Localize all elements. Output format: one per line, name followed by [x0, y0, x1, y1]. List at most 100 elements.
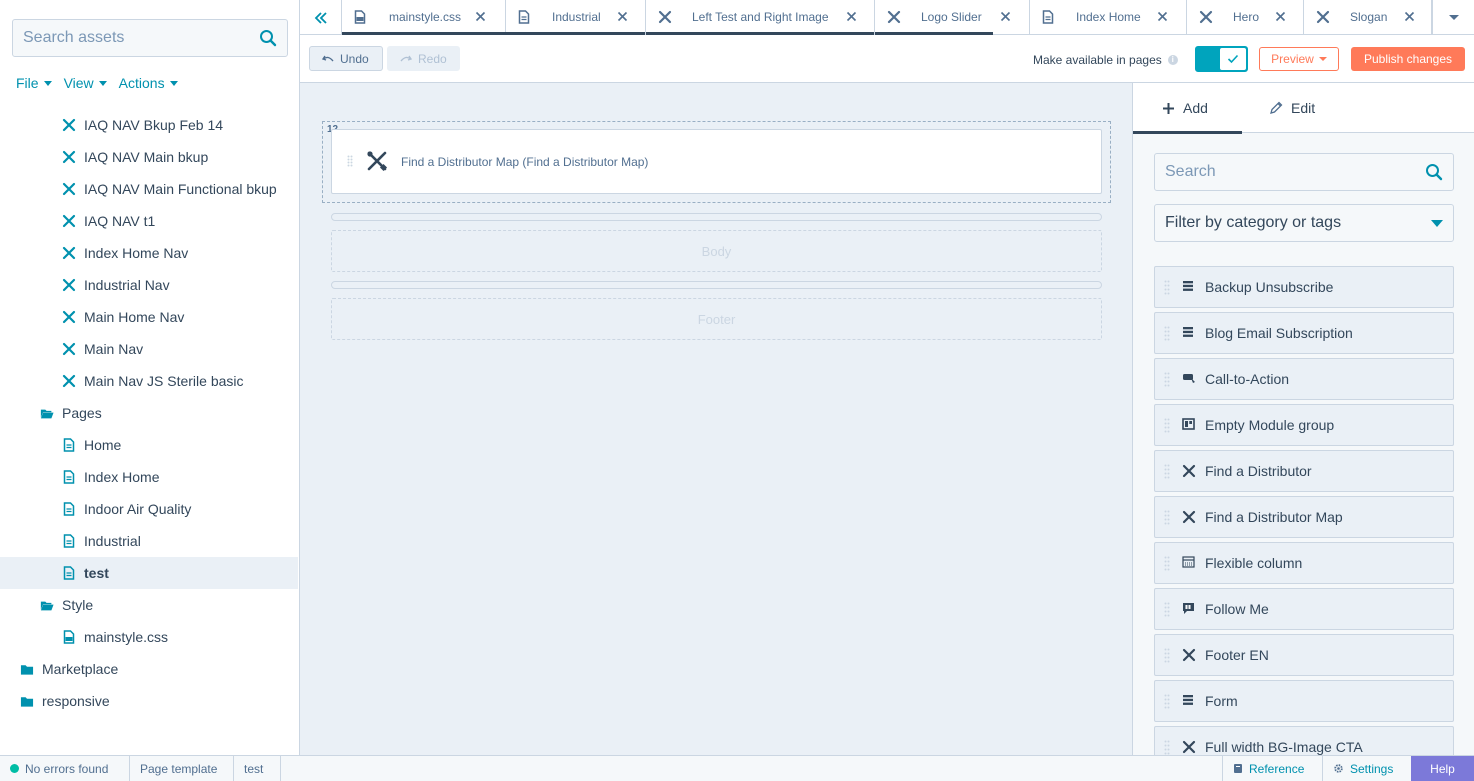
module-list-item[interactable]: Blog Email Subscription: [1154, 312, 1454, 354]
close-icon[interactable]: [1000, 11, 1011, 22]
tab-add[interactable]: Add: [1133, 83, 1242, 134]
close-icon[interactable]: [1404, 11, 1415, 22]
editor-tab[interactable]: mainstyle.css: [342, 0, 993, 35]
editor-tab-label: Slogan: [1350, 10, 1388, 24]
view-menu[interactable]: View: [64, 75, 107, 91]
body-area[interactable]: Body: [331, 230, 1102, 272]
undo-button[interactable]: Undo: [309, 46, 383, 71]
footer-area[interactable]: Footer: [331, 298, 1102, 340]
tree-item-label: IAQ NAV Bkup Feb 14: [84, 117, 224, 133]
page-icon: [62, 566, 76, 580]
tree-item-label: IAQ NAV Main Functional bkup: [84, 181, 277, 197]
module-list-item[interactable]: Call-to-Action: [1154, 358, 1454, 400]
tree-item[interactable]: IAQ NAV Main bkup: [0, 141, 298, 173]
module-list-item[interactable]: Find a Distributor Map: [1154, 496, 1454, 538]
editor-tab[interactable]: Logo Slider: [875, 0, 1030, 35]
file-menu[interactable]: File: [16, 75, 52, 91]
editor-tab[interactable]: Index Home: [1030, 0, 1187, 35]
drag-handle-icon[interactable]: [1164, 602, 1170, 617]
actions-menu[interactable]: Actions: [119, 75, 178, 91]
info-icon[interactable]: i: [1167, 55, 1178, 65]
settings-link[interactable]: Settings: [1322, 756, 1411, 781]
tree-item[interactable]: responsive: [0, 685, 298, 717]
make-available-toggle[interactable]: [1195, 46, 1248, 72]
module-list-item[interactable]: Follow Me: [1154, 588, 1454, 630]
tree-item-label: Index Home: [84, 469, 160, 485]
tree-item[interactable]: Marketplace: [0, 653, 298, 685]
drag-handle-icon[interactable]: [1164, 556, 1170, 571]
tree-item[interactable]: IAQ NAV t1: [0, 205, 298, 237]
stack-icon: [1182, 280, 1194, 292]
module-icon: [62, 150, 76, 164]
chevron-down-icon: [98, 81, 107, 86]
tree-item[interactable]: Pages: [0, 397, 298, 429]
editor-toolbar: Undo Redo Make available in pages i Prev…: [300, 35, 1474, 83]
editor-tab[interactable]: Hero: [1187, 0, 1304, 35]
collapse-sidebar-button[interactable]: [300, 0, 342, 35]
publish-changes-button[interactable]: Publish changes: [1351, 47, 1465, 71]
tree-item[interactable]: Industrial Nav: [0, 269, 298, 301]
module-block[interactable]: Find a Distributor Map (Find a Distribut…: [331, 129, 1102, 194]
category-filter-label: Filter by category or tags: [1165, 214, 1342, 231]
section-divider: [331, 281, 1102, 289]
tree-item[interactable]: Index Home: [0, 461, 298, 493]
drag-handle-icon[interactable]: [1164, 372, 1170, 387]
chevron-down-icon: [1318, 57, 1327, 61]
close-icon[interactable]: [1157, 11, 1168, 22]
category-filter-select[interactable]: Filter by category or tags: [1154, 204, 1454, 242]
drag-handle-icon[interactable]: [1164, 464, 1170, 479]
tree-item[interactable]: Main Nav JS Sterile basic: [0, 365, 298, 397]
tree-item[interactable]: Main Nav: [0, 333, 298, 365]
editor-tab[interactable]: Industrial: [506, 0, 646, 35]
section-divider: [331, 213, 1102, 221]
tree-item[interactable]: Industrial: [0, 525, 298, 557]
close-icon[interactable]: [475, 11, 486, 22]
tree-item[interactable]: IAQ NAV Main Functional bkup: [0, 173, 298, 205]
redo-button[interactable]: Redo: [387, 46, 460, 71]
module-list-item[interactable]: Find a Distributor: [1154, 450, 1454, 492]
tree-item[interactable]: Indoor Air Quality: [0, 493, 298, 525]
editor-tab[interactable]: Slogan: [1304, 0, 1432, 35]
module-search-input[interactable]: Search: [1154, 153, 1454, 191]
module-list-item[interactable]: Flexible column: [1154, 542, 1454, 584]
preview-button[interactable]: Preview: [1259, 47, 1339, 71]
close-icon[interactable]: [846, 11, 857, 22]
help-button[interactable]: Help: [1411, 756, 1474, 781]
tree-item[interactable]: IAQ NAV Bkup Feb 14: [0, 109, 298, 141]
tree-item[interactable]: Style: [0, 589, 298, 621]
drag-handle-icon[interactable]: [1164, 510, 1170, 525]
reference-link[interactable]: Reference: [1222, 756, 1322, 781]
drag-handle-icon[interactable]: [1164, 648, 1170, 663]
search-icon[interactable]: [1425, 163, 1443, 181]
tab-edit[interactable]: Edit: [1269, 83, 1359, 133]
tree-item-label: Main Nav JS Sterile basic: [84, 373, 244, 389]
module-icon: [62, 278, 76, 292]
asset-search-input[interactable]: Search assets: [12, 19, 288, 57]
module-list-item[interactable]: Backup Unsubscribe: [1154, 266, 1454, 308]
close-icon[interactable]: [1275, 11, 1286, 22]
drag-handle-icon[interactable]: [1164, 694, 1170, 709]
drag-handle-icon[interactable]: [1164, 326, 1170, 341]
drag-handle-icon[interactable]: [347, 155, 353, 167]
drag-handle-icon[interactable]: [1164, 740, 1170, 755]
module-list-item[interactable]: Form: [1154, 680, 1454, 722]
error-status[interactable]: No errors found: [0, 756, 130, 781]
search-icon[interactable]: [259, 29, 277, 47]
module-list-item[interactable]: Empty Module group: [1154, 404, 1454, 446]
module-icon: [1182, 464, 1196, 478]
close-icon[interactable]: [617, 11, 628, 22]
module-list-item[interactable]: Full width BG-Image CTA: [1154, 726, 1454, 755]
tree-item[interactable]: mainstyle.css: [0, 621, 298, 653]
tree-item[interactable]: Index Home Nav: [0, 237, 298, 269]
module-icon: [887, 10, 901, 24]
tabs-overflow-button[interactable]: [1432, 0, 1474, 35]
drag-handle-icon[interactable]: [1164, 418, 1170, 433]
page-icon: [62, 502, 76, 516]
tree-item[interactable]: Home: [0, 429, 298, 461]
editor-tab-label: Industrial: [552, 10, 601, 24]
drag-handle-icon[interactable]: [1164, 280, 1170, 295]
module-list-item[interactable]: Footer EN: [1154, 634, 1454, 676]
editor-tab[interactable]: Left Test and Right Image: [646, 0, 875, 35]
tree-item[interactable]: Main Home Nav: [0, 301, 298, 333]
tree-item[interactable]: test: [0, 557, 298, 589]
